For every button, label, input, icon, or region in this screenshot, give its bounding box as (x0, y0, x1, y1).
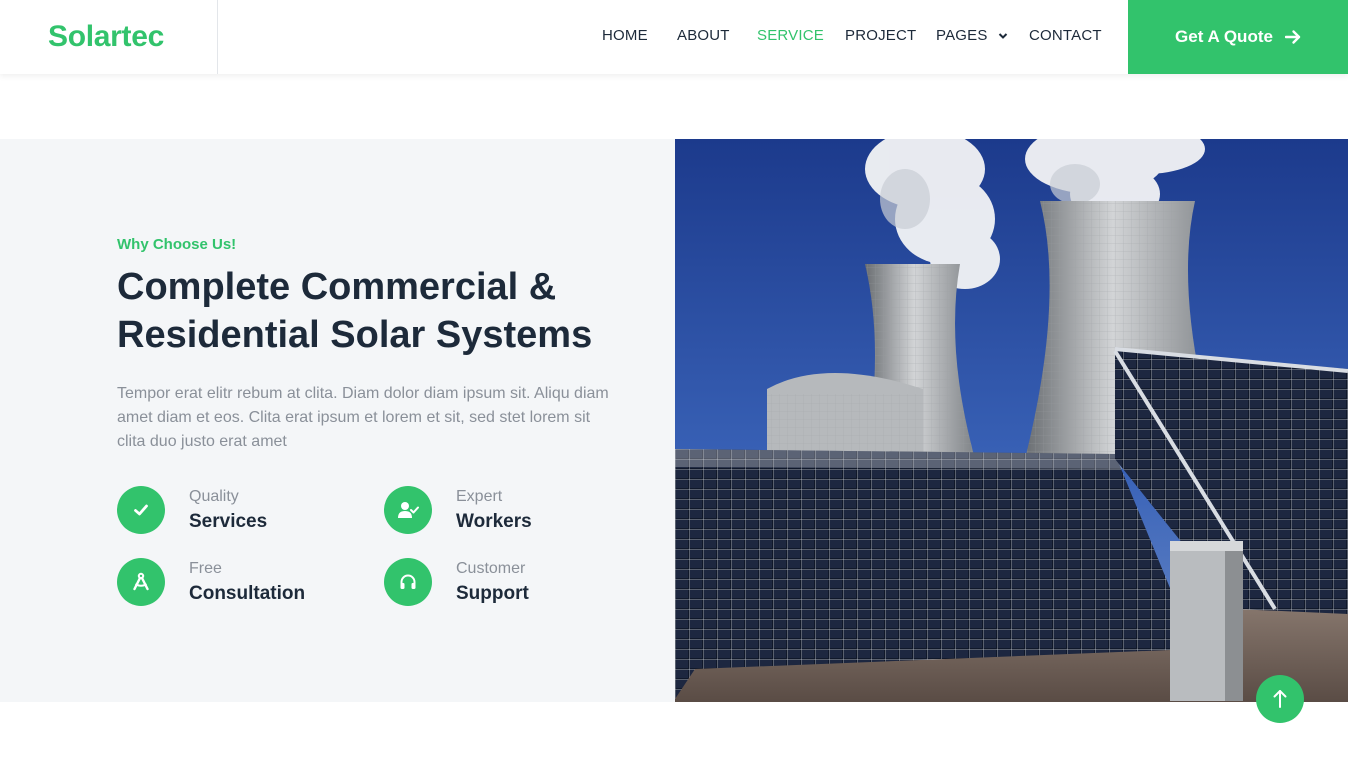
feature-big-label: Consultation (189, 583, 306, 604)
feature-customer-support: Customer Support (384, 558, 614, 606)
arrow-up-icon (1273, 690, 1287, 708)
nav-pages-label: PAGES (936, 27, 988, 44)
brand-logo[interactable]: Solartec (0, 0, 218, 74)
section-title-line1: Complete Commercial & (117, 266, 557, 308)
nav-contact[interactable]: CONTACT (1029, 27, 1102, 44)
navbar: Solartec HOME ABOUT SERVICE PROJECT PAGE… (0, 0, 1348, 74)
nav-project[interactable]: PROJECT (845, 27, 916, 44)
feature-small-label: Customer (456, 560, 526, 577)
nav-pages[interactable]: PAGES (936, 27, 1008, 44)
feature-small-label: Expert (456, 488, 503, 505)
section-eyebrow: Why Choose Us! (117, 236, 237, 253)
user-check-icon (384, 486, 432, 534)
content-panel: Why Choose Us! Complete Commercial & Res… (0, 139, 675, 702)
nav-about[interactable]: ABOUT (677, 27, 730, 44)
feature-expert-workers: Expert Workers (384, 486, 614, 534)
nav-service[interactable]: SERVICE (757, 27, 824, 44)
section-title: Complete Commercial & Residential Solar … (117, 263, 637, 359)
solar-power-plant-image (675, 139, 1348, 702)
feature-free-consultation: Free Consultation (117, 558, 347, 606)
feature-big-label: Support (456, 583, 529, 604)
headphones-icon (384, 558, 432, 606)
feature-big-label: Workers (456, 511, 532, 532)
arrow-right-icon (1284, 30, 1301, 44)
back-to-top-button[interactable] (1256, 675, 1304, 723)
feature-small-label: Free (189, 560, 222, 577)
check-icon (117, 486, 165, 534)
feature-small-label: Quality (189, 488, 239, 505)
brand-name[interactable]: Solartec (48, 20, 164, 54)
get-quote-label: Get A Quote (1175, 27, 1273, 46)
drafting-compass-icon (117, 558, 165, 606)
feature-quality-services: Quality Services (117, 486, 347, 534)
chevron-down-icon (998, 33, 1008, 39)
get-quote-button[interactable]: Get A Quote (1128, 0, 1348, 74)
section-body: Tempor erat elitr rebum at clita. Diam d… (117, 385, 609, 450)
nav-home[interactable]: HOME (602, 27, 648, 44)
feature-big-label: Services (189, 511, 268, 532)
why-choose-us-section: Why Choose Us! Complete Commercial & Res… (0, 139, 1348, 702)
section-title-line2: Residential Solar Systems (117, 314, 593, 356)
